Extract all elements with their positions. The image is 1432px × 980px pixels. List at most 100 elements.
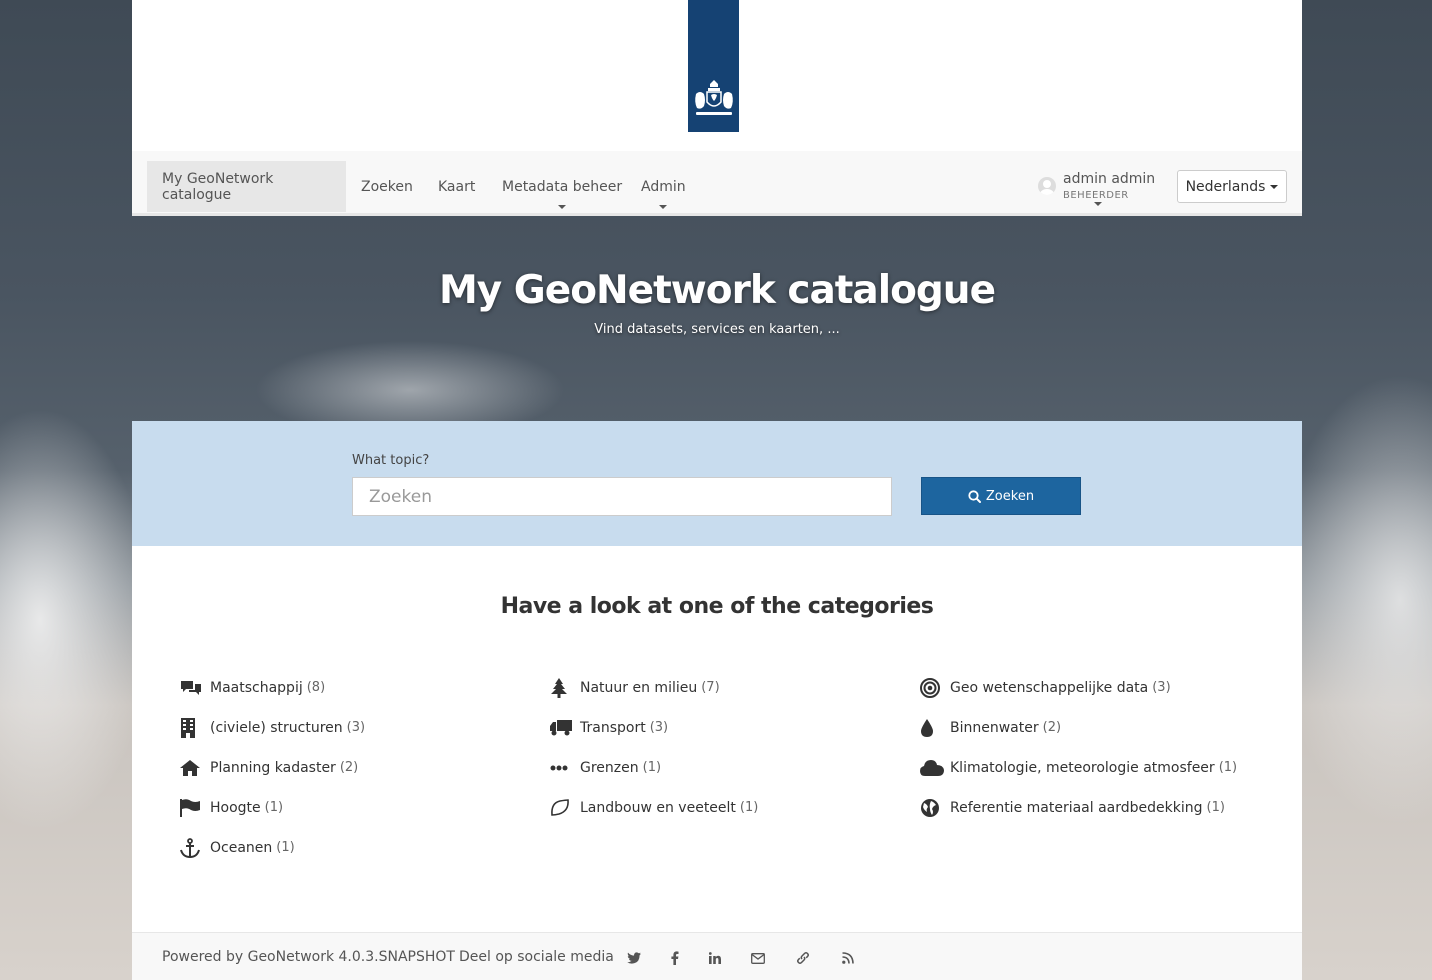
language-label: Nederlands bbox=[1185, 178, 1266, 195]
category-count: (7) bbox=[701, 680, 720, 695]
category-label: Landbouw en veeteelt bbox=[580, 800, 736, 816]
user-menu[interactable]: admin admin BEHEERDER bbox=[1038, 171, 1163, 211]
link-icon[interactable] bbox=[795, 950, 811, 966]
categories-column-3: Geo wetenschappelijke data (3) Binnenwat… bbox=[918, 677, 1268, 837]
category-oceans[interactable]: Oceanen (1) bbox=[178, 837, 528, 877]
bullseye-icon bbox=[918, 677, 950, 699]
category-agriculture[interactable]: Landbouw en veeteelt (1) bbox=[548, 797, 898, 837]
category-label: Transport bbox=[580, 720, 646, 736]
search-button[interactable]: Zoeken bbox=[921, 477, 1081, 515]
search-section: What topic? Zoeken bbox=[132, 421, 1302, 546]
nav-metadata-management-label: Metadata beheer bbox=[502, 178, 623, 195]
leaf-icon bbox=[548, 797, 580, 819]
search-input[interactable] bbox=[352, 477, 892, 516]
coat-of-arms-icon bbox=[694, 80, 733, 115]
chevron-down-icon bbox=[659, 205, 668, 209]
category-label: Klimatologie, meteorologie atmosfeer bbox=[950, 760, 1215, 776]
cloud-icon bbox=[918, 757, 950, 779]
nav-search-label: Zoeken bbox=[361, 178, 413, 195]
category-count: (1) bbox=[1206, 800, 1225, 815]
category-label: Planning kadaster bbox=[210, 760, 336, 776]
nav-home-label: My GeoNetwork catalogue bbox=[162, 170, 274, 203]
categories-column-2: Natuur en milieu (7) Transport (3) Grenz… bbox=[548, 677, 898, 837]
page-subtitle: Vind datasets, services en kaarten, ... bbox=[594, 322, 840, 337]
globe-icon bbox=[918, 797, 950, 819]
category-count: (1) bbox=[642, 760, 662, 775]
footer: Powered by GeoNetwork 4.0.3.SNAPSHOT Dee… bbox=[132, 932, 1302, 980]
page-title: My GeoNetwork catalogue bbox=[438, 268, 996, 313]
building-icon bbox=[178, 717, 210, 739]
user-name: admin admin bbox=[1063, 171, 1156, 187]
twitter-icon[interactable] bbox=[626, 950, 642, 966]
category-geoscientific[interactable]: Geo wetenschappelijke data (3) bbox=[918, 677, 1268, 717]
category-society[interactable]: Maatschappij (8) bbox=[178, 677, 528, 717]
tree-icon bbox=[548, 677, 580, 699]
nav-admin-label: Admin bbox=[641, 178, 686, 195]
facebook-icon[interactable] bbox=[667, 950, 683, 966]
category-label: Geo wetenschappelijke data bbox=[950, 680, 1149, 696]
category-climatology[interactable]: Klimatologie, meteorologie atmosfeer (1) bbox=[918, 757, 1268, 797]
nav-map[interactable]: Kaart bbox=[423, 161, 490, 212]
category-count: (2) bbox=[339, 760, 359, 775]
category-count: (1) bbox=[1218, 760, 1238, 775]
category-count: (3) bbox=[1152, 680, 1171, 695]
truck-icon bbox=[548, 717, 580, 739]
category-count: (1) bbox=[264, 800, 284, 815]
email-icon[interactable] bbox=[750, 950, 766, 966]
home-icon bbox=[178, 757, 210, 779]
chevron-down-icon bbox=[1094, 202, 1102, 206]
nav-map-label: Kaart bbox=[438, 178, 476, 195]
category-planning[interactable]: Planning kadaster (2) bbox=[178, 757, 528, 797]
category-label: Natuur en milieu bbox=[580, 680, 698, 696]
nav-home[interactable]: My GeoNetwork catalogue bbox=[147, 161, 346, 212]
categories-heading: Have a look at one of the categories bbox=[500, 594, 934, 619]
tint-icon bbox=[918, 717, 950, 739]
category-count: (2) bbox=[1042, 720, 1062, 735]
user-role: BEHEERDER bbox=[1063, 190, 1129, 201]
nav-metadata-management[interactable]: Metadata beheer bbox=[487, 161, 637, 212]
main-navbar: My GeoNetwork catalogue Zoeken Kaart Met… bbox=[132, 151, 1302, 216]
hero: My GeoNetwork catalogue Vind datasets, s… bbox=[132, 216, 1302, 421]
powered-by-link[interactable]: Powered by GeoNetwork 4.0.3.SNAPSHOT bbox=[162, 949, 455, 965]
category-structures[interactable]: (civiele) structuren (3) bbox=[178, 717, 528, 757]
chevron-down-icon bbox=[558, 205, 567, 209]
anchor-icon bbox=[178, 837, 210, 859]
categories-column-1: Maatschappij (8) (civiele) structuren (3… bbox=[178, 677, 528, 877]
category-transport[interactable]: Transport (3) bbox=[548, 717, 898, 757]
category-boundaries[interactable]: Grenzen (1) bbox=[548, 757, 898, 797]
header bbox=[132, 0, 1302, 151]
rss-icon[interactable] bbox=[840, 950, 856, 966]
rijksoverheid-logo[interactable] bbox=[688, 0, 739, 132]
category-count: (1) bbox=[276, 840, 295, 855]
caret-down-icon bbox=[1270, 184, 1279, 189]
language-select[interactable]: Nederlands bbox=[1177, 170, 1287, 203]
category-land-cover[interactable]: Referentie materiaal aardbedekking (1) bbox=[918, 797, 1268, 837]
nav-search[interactable]: Zoeken bbox=[346, 161, 428, 212]
share-label: Deel op sociale media bbox=[459, 949, 614, 965]
page: My GeoNetwork catalogue Zoeken Kaart Met… bbox=[132, 0, 1302, 980]
category-nature[interactable]: Natuur en milieu (7) bbox=[548, 677, 898, 717]
search-button-label: Zoeken bbox=[985, 488, 1035, 504]
category-elevation[interactable]: Hoogte (1) bbox=[178, 797, 528, 837]
category-label: Referentie materiaal aardbedekking bbox=[950, 800, 1203, 816]
category-inland-waters[interactable]: Binnenwater (2) bbox=[918, 717, 1268, 757]
comments-icon bbox=[178, 677, 210, 699]
search-icon bbox=[968, 489, 981, 503]
avatar bbox=[1038, 177, 1056, 195]
category-count: (1) bbox=[739, 800, 759, 815]
category-label: Grenzen bbox=[580, 760, 639, 776]
category-count: (3) bbox=[649, 720, 669, 735]
category-label: Hoogte bbox=[210, 800, 261, 816]
category-count: (3) bbox=[346, 720, 366, 735]
categories-section: Have a look at one of the categories Maa… bbox=[132, 546, 1302, 932]
category-label: (civiele) structuren bbox=[210, 720, 343, 736]
search-label: What topic? bbox=[352, 453, 430, 468]
category-count: (8) bbox=[306, 680, 326, 695]
nav-admin[interactable]: Admin bbox=[626, 161, 701, 212]
flag-icon bbox=[178, 797, 210, 819]
ellipsis-icon bbox=[548, 757, 580, 779]
category-label: Oceanen bbox=[210, 840, 273, 856]
category-label: Maatschappij bbox=[210, 680, 303, 696]
linkedin-icon[interactable] bbox=[707, 950, 723, 966]
category-label: Binnenwater bbox=[950, 720, 1039, 736]
